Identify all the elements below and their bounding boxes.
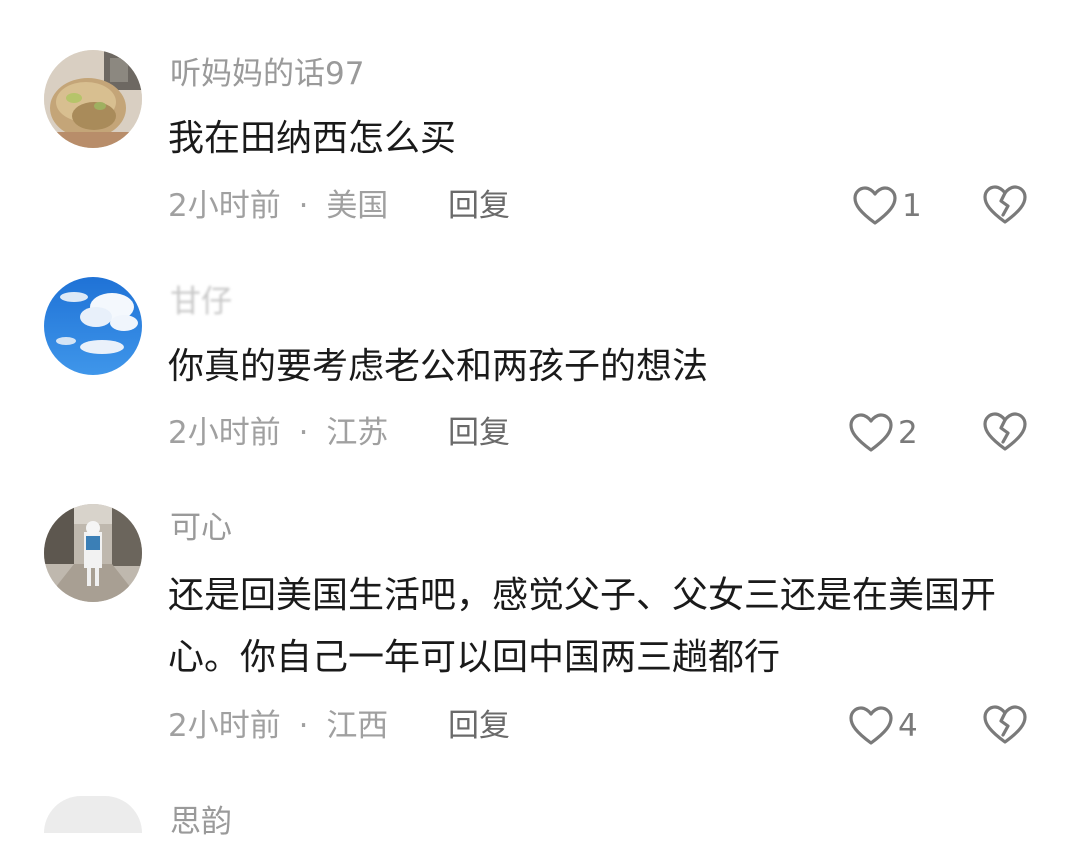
heart-outline-icon: [852, 185, 898, 227]
like-button[interactable]: 1: [852, 184, 922, 228]
avatar[interactable]: [44, 277, 142, 375]
meta-separator: ·: [298, 415, 309, 451]
broken-heart-icon: [982, 704, 1028, 746]
username[interactable]: 甘仔: [170, 282, 232, 322]
comment-time: 2小时前: [168, 708, 281, 744]
broken-heart-icon: [982, 411, 1028, 453]
comment-time: 2小时前: [168, 415, 281, 451]
avatar[interactable]: [44, 50, 142, 148]
like-count: 2: [898, 415, 918, 451]
comment-meta: 2小时前 · 江苏 回复: [168, 413, 510, 453]
reply-button[interactable]: 回复: [448, 706, 510, 746]
comment-location: 美国: [326, 188, 389, 224]
comment-meta: 2小时前 · 美国 回复: [168, 186, 510, 226]
comment-text: 我在田纳西怎么买: [168, 118, 457, 159]
reply-button[interactable]: 回复: [448, 186, 510, 226]
heart-outline-icon: [848, 412, 894, 454]
heart-outline-icon: [848, 705, 894, 747]
reply-button[interactable]: 回复: [448, 413, 510, 453]
like-button[interactable]: 2: [848, 411, 918, 455]
comment-meta: 2小时前 · 江西 回复: [168, 706, 510, 746]
avatar[interactable]: [44, 796, 142, 833]
comment-location: 江苏: [326, 415, 389, 451]
meta-separator: ·: [298, 708, 309, 744]
comment-text: 你真的要考虑老公和两孩子的想法: [168, 346, 709, 387]
broken-heart-icon: [982, 184, 1028, 226]
like-count: 4: [898, 708, 918, 744]
dislike-button[interactable]: [982, 184, 1028, 228]
comment-text: 还是回美国生活吧，感觉父子、父女三还是在美国开心。你自己一年可以回中国两三趟都行: [168, 575, 997, 678]
comment-location: 江西: [326, 708, 389, 744]
dislike-button[interactable]: [982, 704, 1028, 748]
like-button[interactable]: 4: [848, 704, 918, 748]
avatar[interactable]: [44, 504, 142, 602]
username[interactable]: 听妈妈的话97: [170, 54, 364, 94]
username[interactable]: 可心: [170, 508, 232, 548]
dislike-button[interactable]: [982, 411, 1028, 455]
meta-separator: ·: [298, 188, 309, 224]
like-count: 1: [902, 188, 922, 224]
comment-time: 2小时前: [168, 188, 281, 224]
username[interactable]: 思韵: [170, 802, 232, 842]
